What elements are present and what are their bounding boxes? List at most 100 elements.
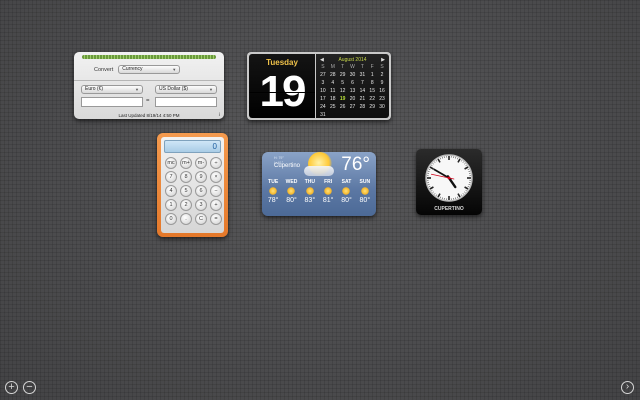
sunny-icon (324, 187, 333, 195)
forecast-day-name: SAT (341, 179, 352, 185)
calc-key-4[interactable]: 4 (165, 185, 177, 197)
calc-key-add[interactable]: + (210, 199, 222, 211)
forecast-temp: 78° (267, 197, 279, 204)
calendar-day-cell[interactable]: 5 (338, 79, 348, 87)
weather-current-temp: 76° (341, 154, 370, 175)
calendar-day-cell[interactable]: 31 (318, 111, 328, 119)
calendar-day-cell[interactable]: 12 (338, 87, 348, 95)
calendar-day-cell[interactable]: 22 (367, 95, 377, 103)
calendar-day-cell[interactable]: 4 (328, 79, 338, 87)
calendar-day-cell[interactable]: 18 (328, 95, 338, 103)
calendar-weekday-header: T (341, 64, 345, 70)
calc-key-memory-add[interactable]: m+ (180, 157, 192, 169)
equals-sign: = (146, 98, 150, 104)
calc-key-memory-subtract[interactable]: m- (195, 157, 207, 169)
convert-type-select[interactable]: Currency ▼ (118, 65, 181, 74)
calendar-month-header: ◀ August 2014 ▶ (316, 54, 389, 63)
from-unit-select[interactable]: Euro (€) ▼ (81, 85, 143, 94)
calc-key-divide[interactable]: ÷ (210, 157, 222, 169)
calc-key-9[interactable]: 9 (195, 171, 207, 183)
calc-key-7[interactable]: 7 (165, 171, 177, 183)
converter-divider (74, 80, 224, 81)
calc-key-clear[interactable]: C (195, 213, 207, 225)
calendar-day-cell[interactable]: 17 (318, 95, 328, 103)
forecast-day: FRI 81° (319, 179, 337, 204)
calendar-day-cell[interactable]: 16 (377, 87, 387, 95)
calc-key-multiply[interactable]: × (210, 171, 222, 183)
calendar-day-cell[interactable]: 11 (328, 87, 338, 95)
calendar-day-panel[interactable]: Tuesday 19 (249, 54, 315, 118)
to-value-field[interactable] (155, 97, 217, 107)
calendar-day-cell[interactable]: 6 (348, 79, 358, 87)
calendar-day-cell[interactable]: 15 (367, 87, 377, 95)
calendar-day-cell[interactable]: 30 (348, 71, 358, 79)
forecast-temp: 83° (304, 197, 316, 204)
calendar-day-cell[interactable]: 20 (348, 95, 358, 103)
calendar-day-cell[interactable]: 29 (367, 103, 377, 111)
calendar-day-cell[interactable]: 23 (377, 95, 387, 103)
calendar-weekday-header: M (330, 64, 335, 70)
calendar-day-cell[interactable]: 9 (377, 79, 387, 87)
next-arrow-button[interactable]: › (621, 381, 634, 394)
calendar-day-cell[interactable]: 27 (318, 71, 328, 79)
calendar-weekday-header: S (321, 64, 325, 70)
from-value-field[interactable] (81, 97, 143, 107)
sunny-icon (342, 187, 351, 195)
calc-key-3[interactable]: 3 (195, 199, 207, 211)
forecast-temp: 80° (341, 197, 352, 204)
calculator-keypad: mc m+ m- ÷ 7 8 9 × 4 5 6− 1 2 3 +0. C = (165, 157, 222, 225)
calc-key-memory-clear[interactable]: mc (165, 157, 177, 169)
sunny-icon (269, 187, 278, 195)
forecast-day: TUE 78° (264, 179, 282, 204)
calc-key-decimal[interactable]: . (180, 213, 192, 225)
calc-key-5[interactable]: 5 (180, 185, 192, 197)
calendar-day-cell[interactable]: 27 (348, 103, 358, 111)
forecast-day-name: FRI (324, 179, 333, 185)
calculator-widget[interactable]: 0 mc m+ m- ÷ 7 8 9 × 4 5 6− 1 2 3 +0. C = (157, 133, 228, 237)
add-widget-button[interactable]: + (5, 381, 18, 394)
calendar-day-cell[interactable]: 14 (357, 87, 367, 95)
calendar-widget[interactable]: Tuesday 19 ◀ August 2014 ▶ S M T W T F S 27 28 29… (247, 52, 391, 120)
forecast-day: WED 80° (282, 179, 300, 204)
last-updated-text: Last Updated 8/19/14 4:50 PM (118, 113, 180, 118)
next-month-icon[interactable]: ▶ (381, 57, 385, 63)
remove-widget-button[interactable]: − (23, 381, 36, 394)
calendar-weekday-header: S (380, 64, 384, 70)
calc-key-6[interactable]: 6 (195, 185, 207, 197)
calendar-day-cell[interactable]: 7 (357, 79, 367, 87)
calendar-day-cell[interactable]: 29 (338, 71, 348, 79)
sunny-icon (360, 187, 369, 195)
calc-key-8[interactable]: 8 (180, 171, 192, 183)
calendar-day-cell[interactable]: 28 (328, 71, 338, 79)
calendar-day-cell[interactable]: 25 (328, 103, 338, 111)
calendar-day-cell[interactable]: 10 (318, 87, 328, 95)
clock-city: CUPERTINO (434, 206, 464, 212)
calendar-day-cell (338, 111, 348, 119)
calendar-day-cell[interactable]: 21 (357, 95, 367, 103)
calc-key-0[interactable]: 0 (165, 213, 177, 225)
calc-key-subtract[interactable]: − (210, 185, 222, 197)
info-icon[interactable]: i (219, 113, 220, 118)
calc-key-1[interactable]: 1 (165, 199, 177, 211)
calendar-day-cell[interactable]: 1 (367, 71, 377, 79)
forecast-day: SAT 80° (337, 179, 355, 204)
prev-month-icon[interactable]: ◀ (320, 57, 324, 63)
calendar-day-cell[interactable]: 2 (377, 71, 387, 79)
to-unit-select[interactable]: US Dollar ($) ▼ (155, 85, 217, 94)
calc-key-2[interactable]: 2 (180, 199, 192, 211)
calendar-day-cell[interactable]: 8 (367, 79, 377, 87)
convert-label: Convert (94, 66, 114, 73)
calendar-day-cell[interactable]: 28 (357, 103, 367, 111)
calendar-day-cell[interactable]: 31 (357, 71, 367, 79)
calc-key-equals[interactable]: = (210, 213, 222, 225)
calendar-day-cell[interactable]: 24 (318, 103, 328, 111)
unit-converter-widget[interactable]: Convert Currency ▼ Euro (€) ▼ US Dollar … (74, 52, 224, 119)
weather-widget[interactable]: H: 79° L: 61° Cupertino 76° TUE 78° WED 80°… (262, 152, 376, 216)
calendar-day-cell[interactable]: 19 (338, 95, 348, 103)
calendar-day-cell (328, 111, 338, 119)
clock-widget[interactable]: CUPERTINO (416, 149, 482, 215)
calendar-day-cell[interactable]: 13 (348, 87, 358, 95)
calendar-day-cell[interactable]: 30 (377, 103, 387, 111)
calendar-day-cell[interactable]: 26 (338, 103, 348, 111)
calendar-day-cell[interactable]: 3 (318, 79, 328, 87)
